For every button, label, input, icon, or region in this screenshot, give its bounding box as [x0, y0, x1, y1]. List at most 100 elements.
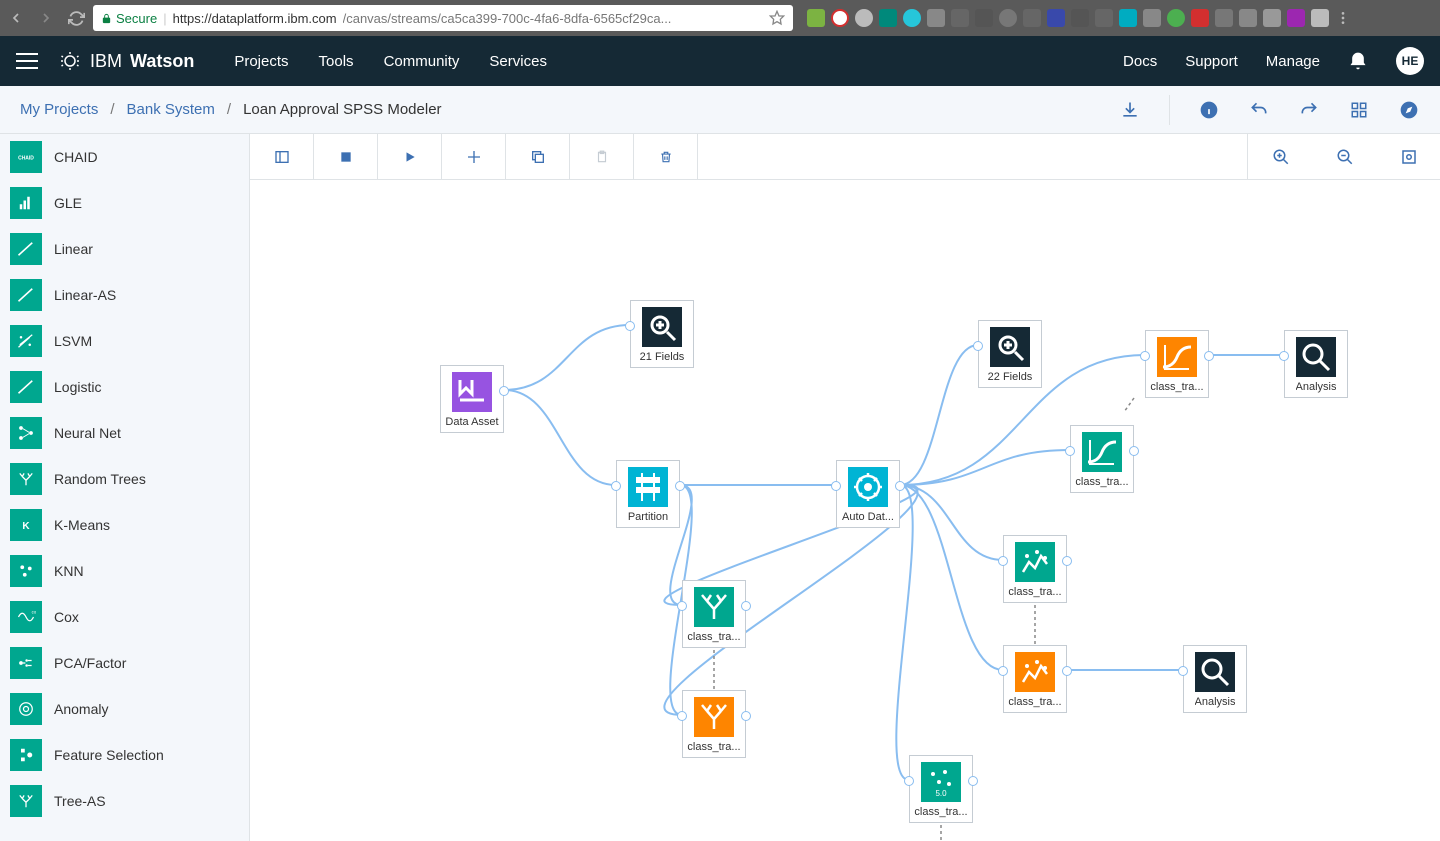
node-fields22[interactable]: 22 Fields [978, 320, 1042, 388]
ext-icon[interactable] [855, 9, 873, 27]
avatar[interactable]: HE [1396, 47, 1424, 75]
port-in[interactable] [625, 321, 635, 331]
menu-button[interactable] [16, 53, 38, 69]
node-analysis1[interactable]: Analysis [1284, 330, 1348, 398]
node-classtra_o3[interactable]: class_tra... [682, 690, 746, 758]
ext-icon[interactable] [999, 9, 1017, 27]
palette-item-neural-net[interactable]: Neural Net [0, 410, 249, 456]
palette-item-linear[interactable]: Linear [0, 226, 249, 272]
palette-item-random-trees[interactable]: Random Trees [0, 456, 249, 502]
port-out[interactable] [675, 481, 685, 491]
info-icon[interactable] [1198, 99, 1220, 121]
port-in[interactable] [1279, 351, 1289, 361]
nav-docs[interactable]: Docs [1123, 53, 1157, 70]
ext-icon[interactable] [1095, 9, 1113, 27]
ext-icon[interactable] [1311, 9, 1329, 27]
nav-manage[interactable]: Manage [1266, 53, 1320, 70]
ext-icon[interactable] [1263, 9, 1281, 27]
compass-icon[interactable] [1398, 99, 1420, 121]
palette-item-lsvm[interactable]: LSVM [0, 318, 249, 364]
palette-item-knn[interactable]: KNN [0, 548, 249, 594]
node-analysis2[interactable]: Analysis [1183, 645, 1247, 713]
node-autodat[interactable]: Auto Dat... [836, 460, 900, 528]
ext-icon[interactable] [807, 9, 825, 27]
port-in[interactable] [1140, 351, 1150, 361]
breadcrumb-root[interactable]: My Projects [20, 101, 98, 118]
palette-item-pca-factor[interactable]: PCA/Factor [0, 640, 249, 686]
port-in[interactable] [973, 341, 983, 351]
port-in[interactable] [998, 556, 1008, 566]
ext-icon[interactable] [1167, 9, 1185, 27]
nav-services[interactable]: Services [489, 53, 547, 70]
port-out[interactable] [1204, 351, 1214, 361]
ext-icon[interactable] [1119, 9, 1137, 27]
copy-button[interactable] [506, 134, 570, 179]
ext-icon[interactable] [1047, 9, 1065, 27]
palette-item-cox[interactable]: coxCox [0, 594, 249, 640]
flow-canvas[interactable]: Data Asset21 FieldsPartitionAuto Dat...2… [250, 180, 1440, 841]
breadcrumb-project[interactable]: Bank System [127, 101, 215, 118]
ext-icon[interactable] [1023, 9, 1041, 27]
ext-icon[interactable] [1287, 9, 1305, 27]
download-icon[interactable] [1119, 99, 1141, 121]
port-in[interactable] [904, 776, 914, 786]
port-in[interactable] [998, 666, 1008, 676]
panel-toggle-button[interactable] [250, 134, 314, 179]
url-bar[interactable]: Secure | https://dataplatform.ibm.com/ca… [93, 5, 793, 31]
back-icon[interactable] [8, 10, 24, 26]
fit-button[interactable] [1376, 134, 1440, 179]
node-classtra_t2[interactable]: class_tra... [1003, 535, 1067, 603]
palette-item-linear-as[interactable]: Linear-AS [0, 272, 249, 318]
redo-icon[interactable] [1298, 99, 1320, 121]
chrome-menu-icon[interactable] [1335, 10, 1351, 26]
port-in[interactable] [677, 601, 687, 611]
node-fields21[interactable]: 21 Fields [630, 300, 694, 368]
port-out[interactable] [1062, 556, 1072, 566]
delete-button[interactable] [634, 134, 698, 179]
port-out[interactable] [499, 386, 509, 396]
port-in[interactable] [1178, 666, 1188, 676]
node-data_asset[interactable]: Data Asset [440, 365, 504, 433]
bell-icon[interactable] [1348, 51, 1368, 71]
watson-logo[interactable]: IBM Watson [58, 49, 194, 73]
palette-item-k-means[interactable]: KK-Means [0, 502, 249, 548]
port-in[interactable] [611, 481, 621, 491]
port-out[interactable] [741, 711, 751, 721]
palette-item-feature-selection[interactable]: Feature Selection [0, 732, 249, 778]
ext-icon[interactable] [1071, 9, 1089, 27]
port-out[interactable] [741, 601, 751, 611]
port-out[interactable] [895, 481, 905, 491]
node-classtra_o2[interactable]: class_tra... [1003, 645, 1067, 713]
zoom-in-button[interactable] [1248, 134, 1312, 179]
ext-icon[interactable] [951, 9, 969, 27]
nav-community[interactable]: Community [384, 53, 460, 70]
ext-icon[interactable] [1215, 9, 1233, 27]
palette-item-logistic[interactable]: Logistic [0, 364, 249, 410]
grid-icon[interactable] [1348, 99, 1370, 121]
ext-icon[interactable] [879, 9, 897, 27]
palette-item-chaid[interactable]: CHAIDCHAID [0, 134, 249, 180]
stop-button[interactable] [314, 134, 378, 179]
nav-projects[interactable]: Projects [234, 53, 288, 70]
port-in[interactable] [677, 711, 687, 721]
ext-icon[interactable] [975, 9, 993, 27]
run-button[interactable] [378, 134, 442, 179]
port-in[interactable] [831, 481, 841, 491]
port-out[interactable] [1129, 446, 1139, 456]
forward-icon[interactable] [38, 10, 54, 26]
palette-item-anomaly[interactable]: Anomaly [0, 686, 249, 732]
ext-icon[interactable] [927, 9, 945, 27]
port-out[interactable] [968, 776, 978, 786]
zoom-out-button[interactable] [1312, 134, 1376, 179]
ext-icon[interactable] [1143, 9, 1161, 27]
ext-icon[interactable] [831, 9, 849, 27]
ext-icon[interactable] [1239, 9, 1257, 27]
nav-tools[interactable]: Tools [319, 53, 354, 70]
reload-icon[interactable] [68, 10, 85, 27]
cut-button[interactable] [442, 134, 506, 179]
port-in[interactable] [1065, 446, 1075, 456]
star-icon[interactable] [769, 10, 785, 26]
node-classtra_t1[interactable]: class_tra... [1070, 425, 1134, 493]
undo-icon[interactable] [1248, 99, 1270, 121]
port-out[interactable] [1062, 666, 1072, 676]
